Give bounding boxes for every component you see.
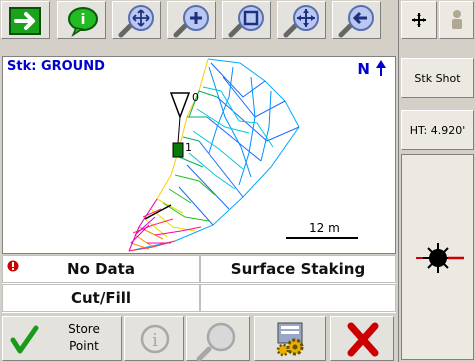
stakeout-label: Stk: GROUND — [7, 59, 105, 74]
inspect-button[interactable] — [186, 316, 250, 362]
next-button[interactable] — [1, 1, 50, 39]
magnifier-icon — [196, 322, 236, 362]
top-toolbar: i — [0, 0, 398, 40]
prism-display — [401, 154, 474, 360]
map-header-strip — [0, 40, 398, 56]
close-icon — [347, 322, 379, 357]
north-indicator: N — [357, 59, 387, 78]
rover-marker — [172, 142, 184, 158]
svg-text:i: i — [81, 12, 86, 28]
person-icon — [451, 10, 462, 29]
zoom-previous-button[interactable] — [332, 1, 381, 39]
north-label: N — [357, 60, 370, 78]
prism-target-icon — [416, 243, 464, 273]
zoom-extents-button[interactable] — [112, 1, 161, 39]
cancel-button[interactable] — [330, 316, 394, 361]
zoom-in-icon — [173, 5, 209, 38]
zoom-previous-icon — [338, 5, 374, 38]
cut-fill-cell: Cut/Fill — [2, 284, 200, 312]
cut-fill-label: Cut/Fill — [70, 289, 131, 307]
height-button[interactable]: HT: 4.920' — [401, 110, 474, 150]
stake-shot-label: Stk Shot — [414, 71, 461, 85]
pan-icon — [283, 5, 319, 38]
settings-button[interactable] — [254, 316, 326, 361]
alert-icon — [7, 260, 19, 272]
mode-text: Surface Staking — [230, 260, 366, 278]
zoom-extents-icon — [118, 5, 154, 38]
store-point-button[interactable]: Store Point — [2, 316, 122, 361]
mode-cell: Surface Staking — [200, 255, 396, 283]
right-panel: Stk Shot HT: 4.920' — [398, 0, 475, 362]
zoom-window-button[interactable] — [222, 1, 271, 39]
point-label-mid: 1 — [185, 141, 192, 154]
point-info-button[interactable]: i — [124, 316, 184, 361]
zoom-in-button[interactable] — [167, 1, 216, 39]
pan-button[interactable] — [277, 1, 326, 39]
checkmark-icon — [10, 325, 39, 354]
north-arrow-icon — [376, 60, 386, 76]
scale-label: 12 m — [309, 221, 340, 235]
store-point-label: Store Point — [59, 321, 109, 355]
store-point-line1: Store — [68, 322, 100, 336]
info-bubble-icon: i — [68, 7, 98, 38]
point-label-top: 0 — [192, 91, 199, 104]
info-panel: No Data Surface Staking Cut/Fill — [2, 255, 396, 313]
arrow-right-icon — [9, 7, 41, 35]
svg-text:i: i — [152, 330, 158, 351]
cut-fill-value-cell — [200, 284, 396, 312]
height-label: HT: 4.920' — [409, 123, 466, 137]
bottom-toolbar: Store Point i — [0, 314, 398, 362]
stake-shot-button[interactable]: Stk Shot — [401, 58, 474, 98]
info-button[interactable]: i — [57, 1, 106, 39]
design-point-marker — [169, 92, 191, 120]
zoom-window-icon — [228, 5, 264, 38]
info-circle-icon: i — [140, 324, 170, 354]
status-text: No Data — [67, 260, 135, 278]
store-point-line2: Point — [69, 339, 99, 353]
status-cell: No Data — [2, 255, 200, 283]
target-settings-button[interactable] — [401, 1, 437, 39]
locate-button[interactable] — [439, 1, 474, 39]
gear-settings-icon — [276, 322, 304, 357]
map-view[interactable]: Stk: GROUND N 0 1 12 m — [2, 56, 396, 254]
crosshair-icon — [412, 13, 426, 27]
